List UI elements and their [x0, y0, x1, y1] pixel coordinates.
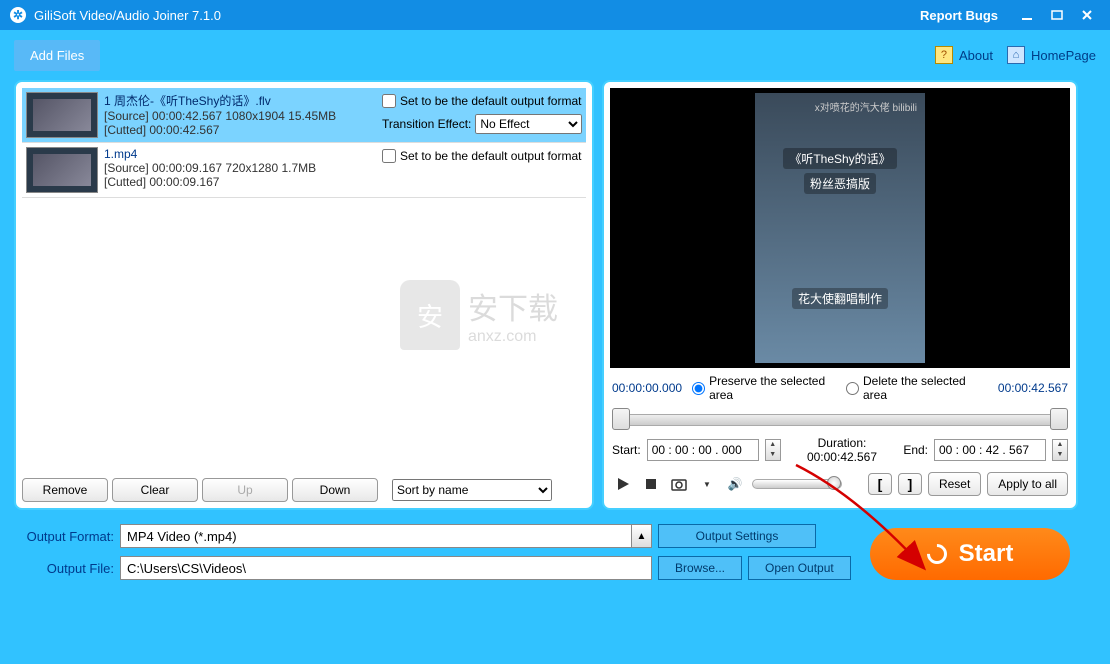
snapshot-button[interactable] [668, 473, 690, 495]
preview-source-watermark: x对喷花的汽大佬 bilibili [815, 99, 917, 114]
start-time-input[interactable] [647, 439, 759, 461]
trim-handle-left[interactable] [612, 408, 630, 430]
output-file-label: Output File: [14, 561, 114, 576]
preview-title-3: 花大使翻唱制作 [792, 288, 888, 309]
about-label: About [959, 48, 993, 63]
app-logo-icon: ✲ [10, 7, 26, 23]
file-cutted-meta: [Cutted] 00:00:42.567 [104, 123, 382, 137]
default-format-checkbox[interactable]: Set to be the default output format [382, 94, 582, 108]
output-format-label: Output Format: [14, 529, 114, 544]
end-time-input[interactable] [934, 439, 1046, 461]
trim-slider[interactable] [612, 408, 1068, 432]
file-item[interactable]: 1.mp4 [Source] 00:00:09.167 720x1280 1.7… [22, 143, 586, 198]
preview-title-2: 粉丝恶搞版 [804, 173, 876, 194]
file-name: 1.mp4 [104, 147, 382, 161]
file-cutted-meta: [Cutted] 00:00:09.167 [104, 175, 382, 189]
end-time-spinner[interactable]: ▲▼ [1052, 439, 1068, 461]
file-list: 1 周杰伦-《听TheShy的话》.flv [Source] 00:00:42.… [22, 88, 586, 472]
minimize-button[interactable] [1014, 5, 1040, 25]
clear-button[interactable]: Clear [112, 478, 198, 502]
output-section: Output Format: ▲ Output Settings Output … [0, 510, 1110, 602]
report-bugs-link[interactable]: Report Bugs [920, 8, 998, 23]
sort-select[interactable]: Sort by name [392, 479, 552, 501]
delete-radio[interactable]: Delete the selected area [846, 374, 978, 402]
preview-title-1: 《听TheShy的话》 [783, 148, 896, 169]
start-button[interactable]: Start [870, 528, 1070, 580]
volume-slider[interactable] [752, 479, 842, 489]
down-button[interactable]: Down [292, 478, 378, 502]
add-files-button[interactable]: Add Files [14, 40, 100, 71]
toolbar: Add Files ? About ⌂ HomePage [0, 30, 1110, 80]
end-time-label: End: [903, 443, 928, 457]
output-settings-button[interactable]: Output Settings [658, 524, 816, 548]
homepage-label: HomePage [1031, 48, 1096, 63]
up-button[interactable]: Up [202, 478, 288, 502]
start-time-label: Start: [612, 443, 641, 457]
open-output-button[interactable]: Open Output [748, 556, 851, 580]
preserve-radio[interactable]: Preserve the selected area [692, 374, 836, 402]
refresh-icon [923, 540, 951, 568]
volume-icon[interactable]: 🔊 [724, 473, 746, 495]
titlebar: ✲ GiliSoft Video/Audio Joiner 7.1.0 Repo… [0, 0, 1110, 30]
transition-label: Transition Effect: [382, 117, 471, 131]
mark-out-button[interactable]: ] [898, 473, 922, 495]
output-format-input[interactable] [120, 524, 632, 548]
trim-handle-right[interactable] [1050, 408, 1068, 430]
video-preview[interactable]: x对喷花的汽大佬 bilibili 《听TheShy的话》 粉丝恶搞版 花大使翻… [610, 88, 1070, 368]
snapshot-chevron-icon[interactable]: ▼ [696, 473, 718, 495]
file-list-panel: 1 周杰伦-《听TheShy的话》.flv [Source] 00:00:42.… [14, 80, 594, 510]
time-start-label: 00:00:00.000 [612, 381, 682, 395]
transition-select[interactable]: No Effect [475, 114, 582, 134]
stop-button[interactable] [640, 473, 662, 495]
reset-button[interactable]: Reset [928, 472, 981, 496]
mark-in-button[interactable]: [ [868, 473, 892, 495]
file-source-meta: [Source] 00:00:09.167 720x1280 1.7MB [104, 161, 382, 175]
preview-panel: x对喷花的汽大佬 bilibili 《听TheShy的话》 粉丝恶搞版 花大使翻… [602, 80, 1078, 510]
default-format-checkbox[interactable]: Set to be the default output format [382, 149, 582, 163]
file-thumbnail [26, 92, 98, 138]
close-button[interactable] [1074, 5, 1100, 25]
apply-to-all-button[interactable]: Apply to all [987, 472, 1068, 496]
file-item[interactable]: 1 周杰伦-《听TheShy的话》.flv [Source] 00:00:42.… [22, 88, 586, 143]
file-name: 1 周杰伦-《听TheShy的话》.flv [104, 92, 382, 109]
start-time-spinner[interactable]: ▲▼ [765, 439, 781, 461]
file-thumbnail [26, 147, 98, 193]
play-button[interactable] [612, 473, 634, 495]
browse-button[interactable]: Browse... [658, 556, 742, 580]
duration-value: 00:00:42.567 [807, 450, 877, 464]
time-end-label: 00:00:42.567 [998, 381, 1068, 395]
window-title: GiliSoft Video/Audio Joiner 7.1.0 [34, 8, 221, 23]
about-icon: ? [935, 46, 953, 64]
remove-button[interactable]: Remove [22, 478, 108, 502]
maximize-button[interactable] [1044, 5, 1070, 25]
output-format-dropdown-button[interactable]: ▲ [632, 524, 652, 548]
file-source-meta: [Source] 00:00:42.567 1080x1904 15.45MB [104, 109, 382, 123]
list-buttons-row: Remove Clear Up Down Sort by name [22, 472, 586, 502]
about-link[interactable]: ? About [935, 46, 993, 64]
homepage-link[interactable]: ⌂ HomePage [1007, 46, 1096, 64]
home-icon: ⌂ [1007, 46, 1025, 64]
output-file-input[interactable] [120, 556, 652, 580]
